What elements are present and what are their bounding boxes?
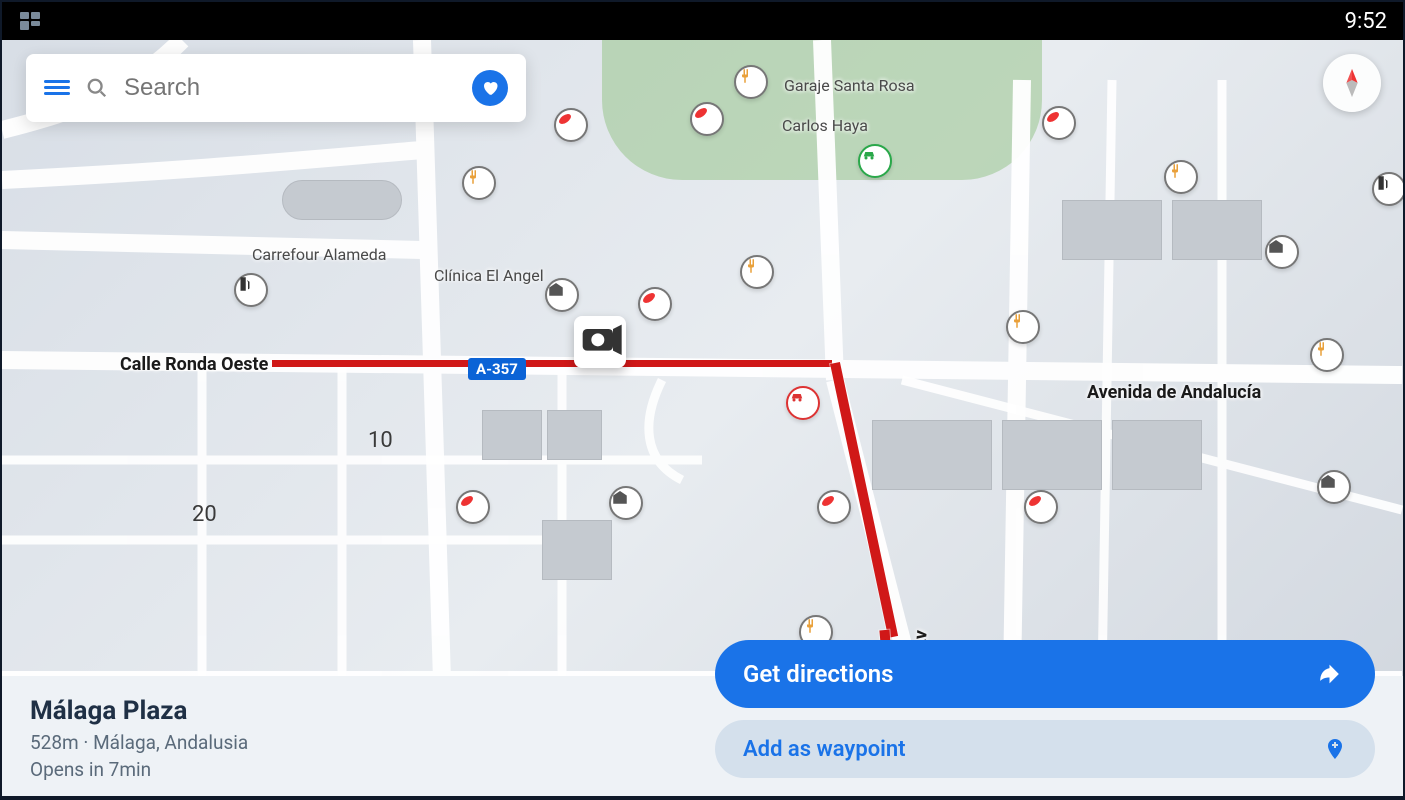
device-frame: 9:52 [0, 0, 1405, 800]
poi-label: Carrefour Alameda [252, 245, 386, 264]
compass-button[interactable] [1323, 54, 1381, 112]
poi-garage-icon[interactable] [1317, 470, 1351, 504]
dashboard-icon [18, 9, 42, 33]
get-directions-label: Get directions [743, 660, 894, 688]
house-number: 20 [192, 502, 217, 527]
search-bar [26, 54, 526, 122]
poi-food-icon[interactable] [462, 166, 496, 200]
poi-pharmacy-icon[interactable] [817, 490, 851, 524]
app-area: Carrefour Alameda Clínica El Angel Calle… [2, 40, 1403, 796]
poi-car-current-icon[interactable] [786, 386, 820, 420]
add-waypoint-label: Add as waypoint [743, 737, 906, 762]
road-badge: A-357 [468, 358, 526, 380]
speed-camera-marker[interactable] [574, 316, 626, 368]
poi-pharmacy-icon[interactable] [1024, 490, 1058, 524]
search-icon [86, 77, 108, 99]
poi-pharmacy-icon[interactable] [554, 108, 588, 142]
poi-taxi-icon[interactable] [858, 144, 892, 178]
poi-fuel-icon[interactable] [1372, 172, 1403, 206]
poi-label: Carlos Haya [782, 116, 868, 135]
search-input[interactable] [124, 74, 456, 102]
favorites-button[interactable] [472, 70, 508, 106]
waypoint-pin-icon [1323, 737, 1347, 761]
place-hours: Opens in 7min [30, 758, 151, 781]
poi-food-icon[interactable] [1164, 160, 1198, 194]
place-location: Málaga, Andalusia [93, 731, 248, 754]
poi-garage-icon[interactable] [545, 278, 579, 312]
road-label: Calle Ronda Oeste [120, 354, 268, 375]
status-bar: 9:52 [2, 2, 1403, 40]
action-buttons: Get directions Add as waypoint [715, 640, 1375, 778]
add-waypoint-button[interactable]: Add as waypoint [715, 720, 1375, 778]
road-label: Avenida de Andalucía [1087, 382, 1261, 403]
poi-fuel-icon[interactable] [234, 273, 268, 307]
route-segment [272, 360, 832, 367]
heart-icon [481, 79, 499, 97]
compass-icon [1335, 66, 1369, 100]
poi-food-icon[interactable] [1310, 338, 1344, 372]
menu-icon[interactable] [44, 77, 70, 99]
status-time: 9:52 [1345, 9, 1387, 34]
poi-garage-icon[interactable] [1265, 235, 1299, 269]
poi-food-icon[interactable] [1006, 310, 1040, 344]
poi-pharmacy-icon[interactable] [638, 287, 672, 321]
poi-food-icon[interactable] [734, 65, 768, 99]
house-number: 10 [368, 428, 393, 453]
poi-pharmacy-icon[interactable] [690, 102, 724, 136]
get-directions-button[interactable]: Get directions [715, 640, 1375, 708]
poi-label: Garaje Santa Rosa [784, 76, 915, 95]
poi-garage-icon[interactable] [609, 486, 643, 520]
poi-label: Clínica El Angel [434, 266, 544, 285]
poi-pharmacy-icon[interactable] [1042, 106, 1076, 140]
directions-arrow-icon [1319, 660, 1347, 688]
poi-food-icon[interactable] [740, 255, 774, 289]
place-distance: 528m [30, 731, 79, 754]
poi-pharmacy-icon[interactable] [456, 490, 490, 524]
